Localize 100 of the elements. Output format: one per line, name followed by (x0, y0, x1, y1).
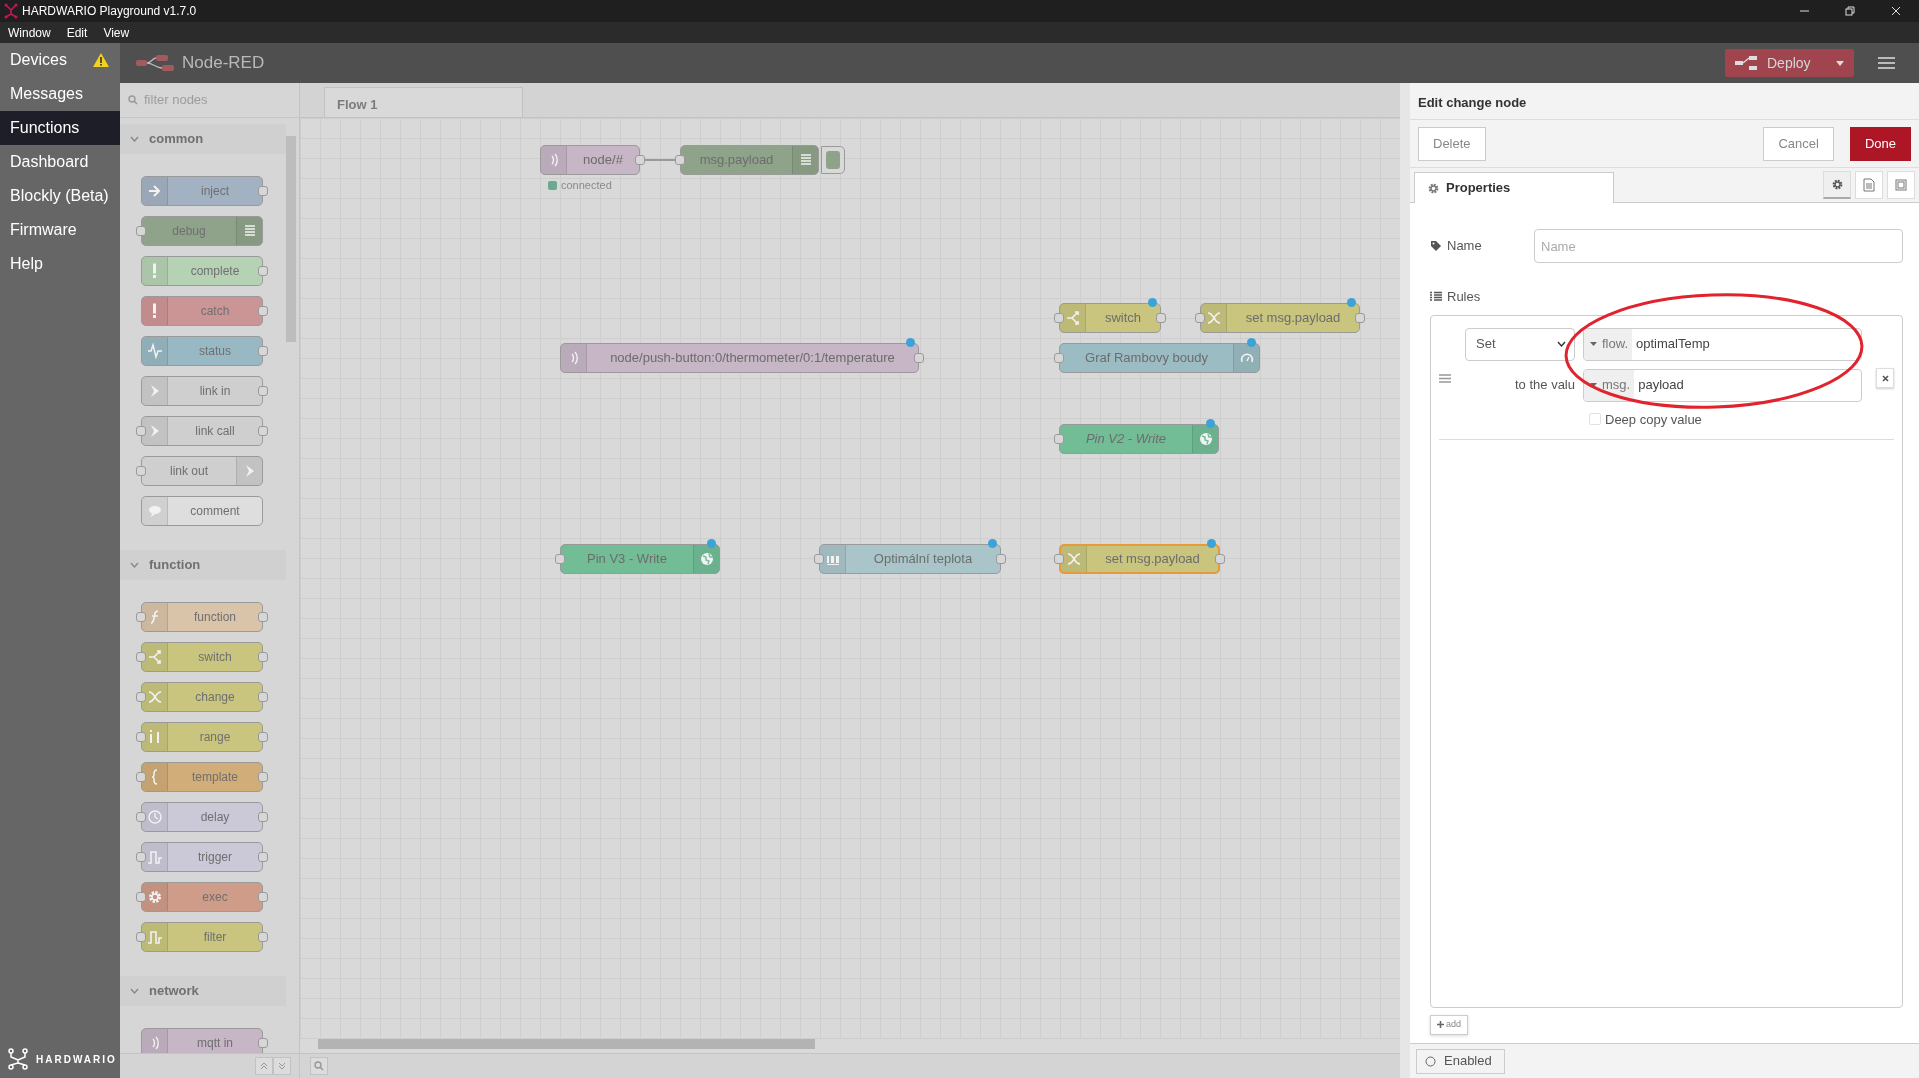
category-header[interactable]: network (120, 976, 286, 1006)
delete-button[interactable]: Delete (1418, 126, 1486, 161)
port[interactable] (1054, 313, 1064, 323)
menu-item[interactable]: View (99, 23, 134, 42)
port[interactable] (635, 155, 645, 165)
port[interactable] (136, 652, 146, 662)
port[interactable] (1054, 554, 1064, 564)
port[interactable] (258, 772, 268, 782)
port[interactable] (996, 554, 1006, 564)
port[interactable] (136, 426, 146, 436)
menu-item[interactable]: Window (4, 23, 55, 42)
palette-node[interactable]: link out (141, 456, 263, 486)
palette-node[interactable]: catch (141, 296, 263, 326)
port[interactable] (258, 652, 268, 662)
port[interactable] (258, 612, 268, 622)
port[interactable] (1355, 313, 1365, 323)
menu-item[interactable]: Edit (62, 23, 92, 42)
palette-node[interactable]: mqtt in (141, 1028, 263, 1053)
palette-node[interactable]: function (141, 602, 263, 632)
palette-node[interactable]: delay (141, 802, 263, 832)
category-header[interactable]: common (120, 124, 286, 154)
sidebar-item[interactable]: Messages (0, 77, 120, 111)
port[interactable] (136, 772, 146, 782)
sidebar-item[interactable]: Blockly (Beta) (0, 179, 120, 213)
palette-node[interactable]: comment (141, 496, 263, 526)
port[interactable] (258, 812, 268, 822)
scrollbar[interactable] (318, 1039, 815, 1049)
flow-node[interactable]: Pin V2 - Write (1059, 424, 1219, 454)
sidebar-item[interactable]: Firmware (0, 213, 120, 247)
flow-node[interactable]: set msg.payload (1200, 303, 1360, 333)
search-button[interactable] (310, 1057, 328, 1075)
flow-node[interactable]: node/push-button:0/thermometer/0:1/temperature (560, 343, 919, 373)
add-button[interactable]: add (1430, 1014, 1468, 1035)
port[interactable] (1195, 313, 1205, 323)
flow-node[interactable]: node/# (540, 145, 640, 175)
expand-button[interactable] (273, 1057, 291, 1075)
port[interactable] (1054, 434, 1064, 444)
port[interactable] (258, 266, 268, 276)
port[interactable] (1156, 313, 1166, 323)
port[interactable] (136, 892, 146, 902)
palette-node[interactable]: change (141, 682, 263, 712)
port[interactable] (258, 346, 268, 356)
port[interactable] (258, 426, 268, 436)
palette-node[interactable]: trigger (141, 842, 263, 872)
wire[interactable] (645, 159, 676, 161)
port[interactable] (1215, 554, 1225, 564)
sidebar-item[interactable]: Functions (0, 111, 120, 145)
property-field[interactable]: flow. optimalTemp (1583, 327, 1862, 361)
sidebar-item[interactable]: Help (0, 247, 120, 281)
port[interactable] (136, 732, 146, 742)
port[interactable] (136, 226, 146, 236)
port[interactable] (914, 353, 924, 363)
flow-node[interactable]: Graf Rambovy boudy (1059, 343, 1260, 373)
port[interactable] (1054, 353, 1064, 363)
settings-button[interactable] (1823, 171, 1851, 199)
port[interactable] (555, 554, 565, 564)
search-field[interactable]: filter nodes (142, 89, 282, 111)
restore-icon[interactable] (1845, 6, 1855, 16)
drag-handle-icon[interactable] (1439, 373, 1451, 383)
port[interactable] (258, 732, 268, 742)
port[interactable] (814, 554, 824, 564)
port[interactable] (258, 932, 268, 942)
port[interactable] (258, 306, 268, 316)
cancel-button[interactable]: Cancel (1763, 126, 1834, 161)
port[interactable] (258, 852, 268, 862)
palette-node[interactable]: link in (141, 376, 263, 406)
palette-node[interactable]: template (141, 762, 263, 792)
port[interactable] (258, 892, 268, 902)
palette-node[interactable]: range (141, 722, 263, 752)
port[interactable] (136, 692, 146, 702)
flow-tab[interactable]: Flow 1 (324, 87, 523, 117)
port[interactable] (258, 186, 268, 196)
action-select[interactable]: Set (1465, 327, 1575, 361)
flow-node[interactable]: Pin V3 - Write (560, 544, 720, 574)
palette-node[interactable]: link call (141, 416, 263, 446)
palette-node[interactable]: status (141, 336, 263, 366)
palette-node[interactable]: complete (141, 256, 263, 286)
category-header[interactable]: function (120, 550, 286, 580)
palette-node[interactable]: exec (141, 882, 263, 912)
done-button[interactable]: Done (1849, 126, 1911, 161)
port[interactable] (258, 1038, 268, 1048)
port[interactable] (136, 932, 146, 942)
collapse-button[interactable] (255, 1057, 273, 1075)
port[interactable] (258, 386, 268, 396)
checkbox[interactable] (1589, 413, 1601, 426)
frame-button[interactable] (1887, 171, 1915, 199)
scrollbar[interactable] (286, 136, 296, 342)
deploy-button[interactable]: Deploy (1725, 49, 1854, 77)
port[interactable] (258, 692, 268, 702)
palette-node[interactable]: filter (141, 922, 263, 952)
port[interactable] (136, 612, 146, 622)
flow-node[interactable]: switch (1059, 303, 1161, 333)
properties-tab[interactable]: Properties (1414, 172, 1614, 203)
sidebar-item[interactable]: Dashboard (0, 145, 120, 179)
toggle-button[interactable] (821, 146, 845, 174)
palette-node[interactable]: switch (141, 642, 263, 672)
port[interactable] (136, 466, 146, 476)
enabled-toggle[interactable]: Enabled (1416, 1048, 1505, 1074)
close-icon[interactable] (1891, 6, 1901, 16)
port[interactable] (675, 155, 685, 165)
